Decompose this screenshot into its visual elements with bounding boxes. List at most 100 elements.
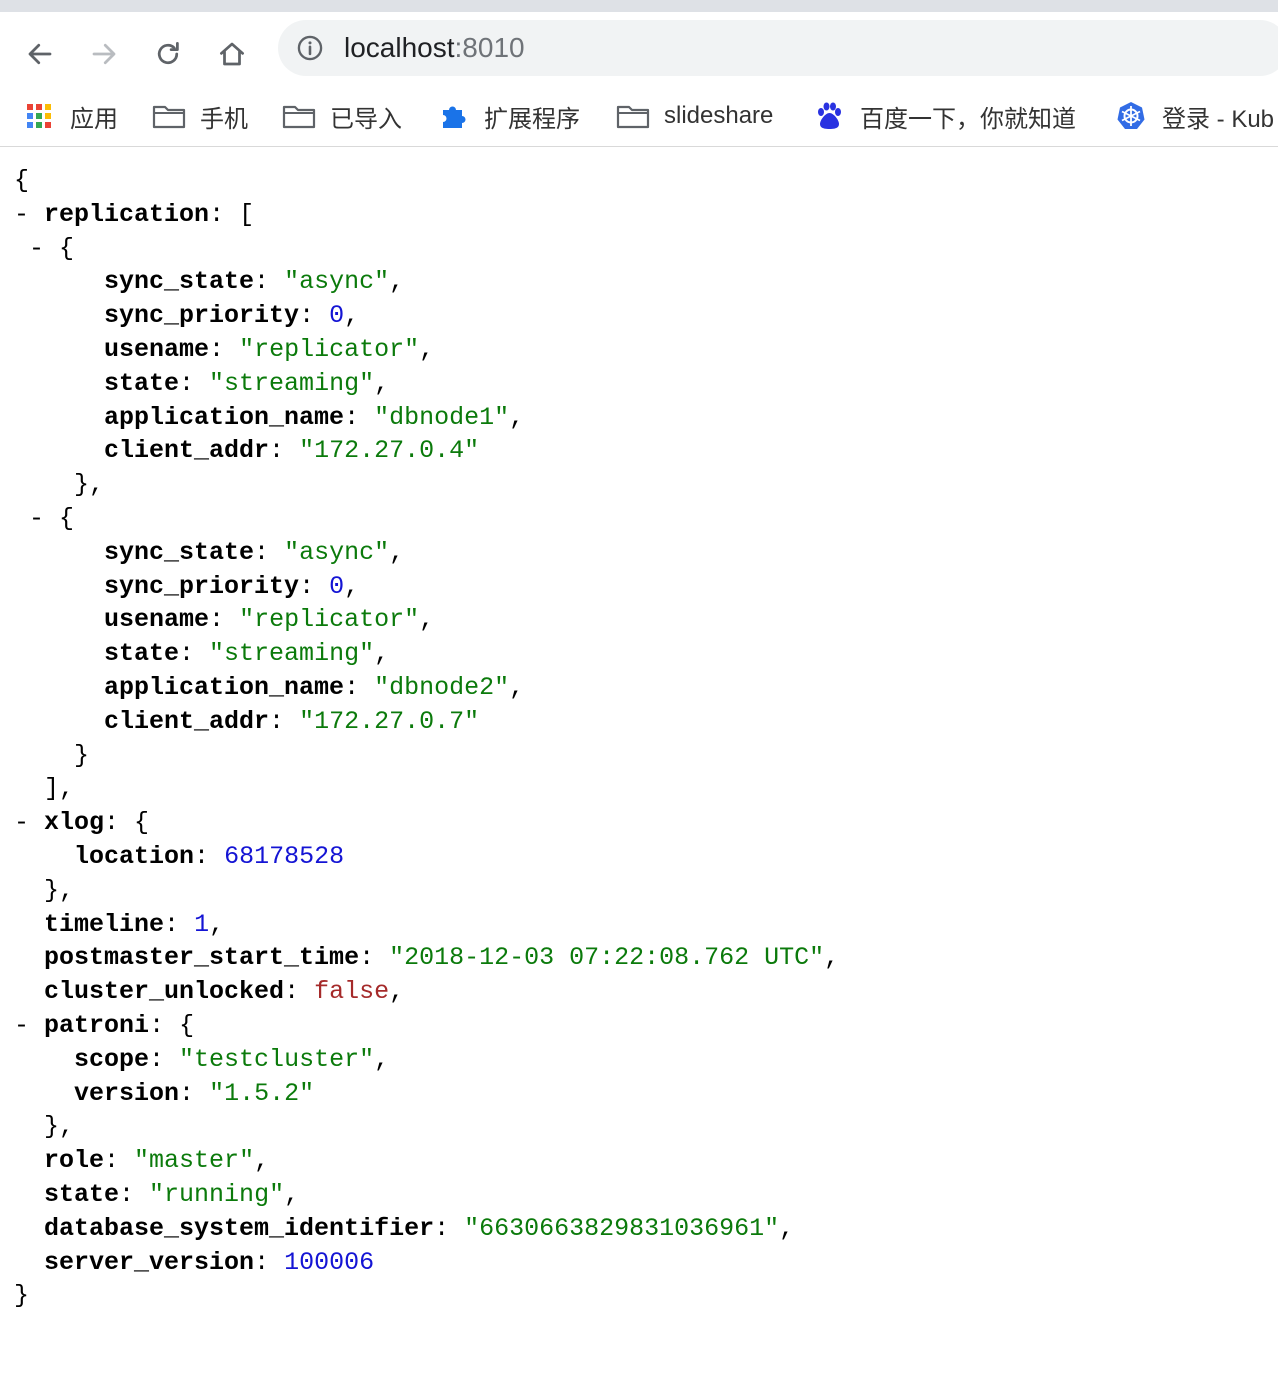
json-line: - patroni: { [14,1009,839,1043]
json-number: 68178528 [224,841,345,871]
home-icon [220,42,244,66]
json-string: "master" [134,1146,255,1176]
baidu-paw-icon [812,101,846,131]
address-bar[interactable]: localhost:8010 [278,20,1278,76]
json-punct: : { [104,808,150,838]
json-key: replication [44,199,210,229]
json-key: cluster_unlocked [44,977,285,1007]
bookmark-label: slideshare [664,102,774,129]
back-button[interactable] [20,34,60,74]
json-line: database_system_identifier: "66306638298… [14,1212,839,1246]
bookmark-baidu[interactable]: 百度一下，你就知道 [812,96,1076,136]
json-punct: : [254,537,285,567]
json-key: xlog [44,808,105,838]
json-line: sync_priority: 0, [14,570,839,604]
collapse-toggle[interactable]: - [14,200,29,229]
json-punct: : [359,943,390,973]
collapse-toggle[interactable]: - [14,1011,29,1040]
json-line: sync_priority: 0, [14,299,839,333]
json-string: "replicator" [239,334,420,364]
json-key: application_name [104,672,345,702]
bookmark-apps[interactable]: 应用 [22,96,118,136]
collapse-toggle[interactable]: - [14,808,29,837]
json-punct: : [299,301,330,331]
json-key: state [104,368,180,398]
bookmark-extensions[interactable]: 扩展程序 [436,96,580,136]
json-string: "async" [284,267,390,297]
json-string: "replicator" [239,605,420,635]
json-line: version: "1.5.2" [14,1077,839,1111]
json-key: client_addr [104,706,270,736]
json-line: }, [14,1110,839,1144]
json-line: } [14,1279,839,1313]
json-punct: : [344,672,375,702]
json-punct: : [434,1213,465,1243]
json-key: usename [104,334,210,364]
json-line: - { [14,232,839,266]
json-punct: , [389,537,405,567]
json-punct: : [299,571,330,601]
json-line: state: "running", [14,1178,839,1212]
json-punct: : [209,334,240,364]
reload-button[interactable] [148,34,188,74]
site-info-icon[interactable] [296,34,324,62]
json-line: timeline: 1, [14,908,839,942]
collapse-toggle[interactable]: - [29,234,44,263]
json-punct: , [344,301,360,331]
json-string: "streaming" [209,639,375,669]
json-punct: : [104,1146,135,1176]
json-punct: : [ [209,199,255,229]
tab-strip [0,0,1278,12]
json-string: "testcluster" [179,1044,375,1074]
json-line: }, [14,468,839,502]
forward-button[interactable] [84,34,124,74]
collapse-toggle[interactable]: - [29,504,44,533]
folder-icon [152,101,186,131]
json-line: usename: "replicator", [14,603,839,637]
json-punct: : [179,1078,210,1108]
bookmark-label: 登录 - Kub [1162,105,1275,133]
json-line: postmaster_start_time: "2018-12-03 07:22… [14,941,839,975]
json-string: "6630663829831036961" [464,1213,780,1243]
json-punct: , [254,1146,270,1176]
json-punct: , [389,267,405,297]
url-host: localhost [344,32,455,63]
forward-arrow-icon [92,43,116,65]
json-punct: , [419,334,435,364]
json-key: state [44,1179,120,1209]
back-arrow-icon [28,43,52,65]
bookmark-label: 应用 [70,105,118,133]
folder-icon [616,101,650,131]
json-line: application_name: "dbnode2", [14,671,839,705]
json-punct: , [509,672,525,702]
json-punct: }, [74,470,105,500]
json-key: scope [74,1044,150,1074]
json-string: "1.5.2" [209,1078,315,1108]
json-key: sync_state [104,267,255,297]
json-punct: , [824,943,840,973]
json-boolean: false [314,977,390,1007]
json-punct: : [179,639,210,669]
json-punct: , [344,571,360,601]
bookmark-phone-folder[interactable]: 手机 [152,96,248,136]
folder-icon [282,101,316,131]
home-button[interactable] [212,34,252,74]
json-key: location [74,841,195,871]
json-string: "dbnode2" [374,672,510,702]
json-string: "172.27.0.4" [299,436,480,466]
json-string: "2018-12-03 07:22:08.762 UTC" [389,943,825,973]
json-line: - replication: [ [14,198,839,232]
json-line: sync_state: "async", [14,536,839,570]
json-punct: : { [149,1010,195,1040]
bookmark-imported-folder[interactable]: 已导入 [282,96,402,136]
apps-grid-icon [22,101,56,131]
bookmark-slideshare-folder[interactable]: slideshare [616,96,773,136]
bookmark-kubernetes-login[interactable]: 登录 - Kub [1114,96,1274,136]
json-punct: { [59,503,75,533]
url-text[interactable]: localhost:8010 [344,32,525,64]
json-line: } [14,739,839,773]
json-line: }, [14,874,839,908]
browser-toolbar: localhost:8010 [0,12,1278,88]
json-punct: : [269,436,300,466]
json-punct: } [74,740,90,770]
